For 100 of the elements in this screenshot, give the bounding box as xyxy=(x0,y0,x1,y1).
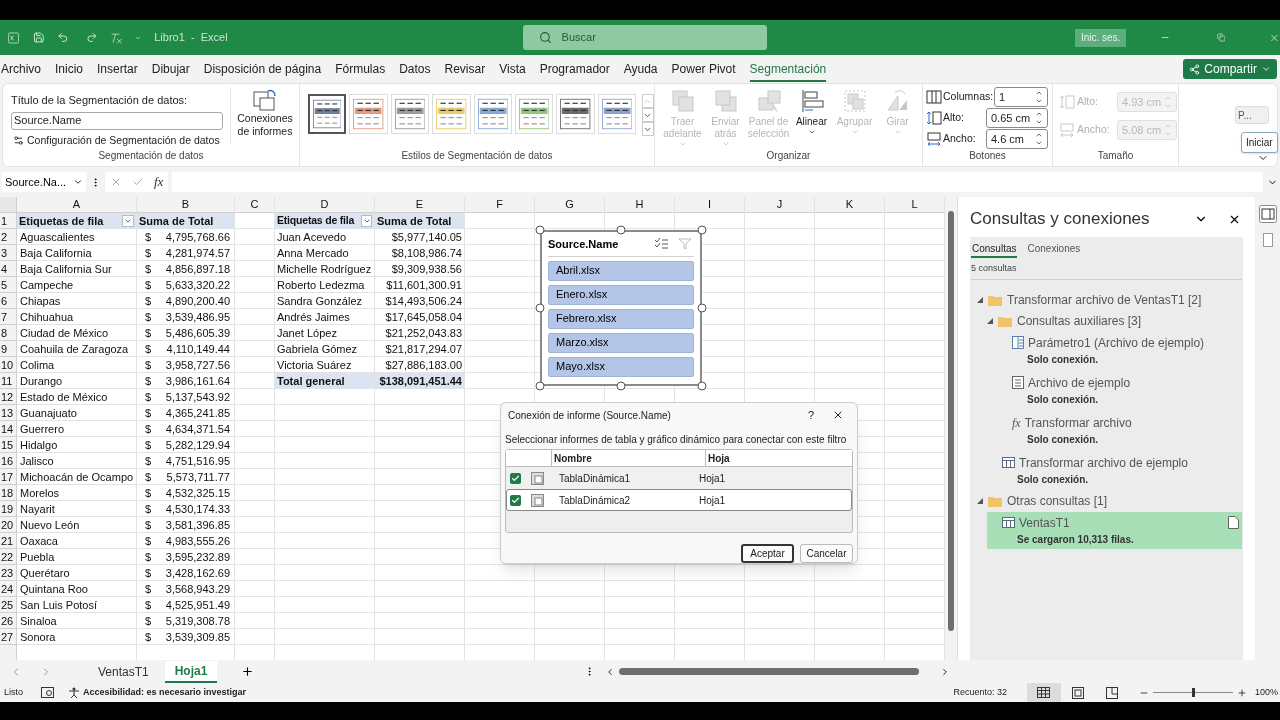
row-number[interactable]: 9 xyxy=(0,341,16,357)
slicer-item[interactable]: Enero.xlsx xyxy=(548,284,694,305)
accessibility-status[interactable]: Accesibilidad: es necesario investigar xyxy=(83,685,247,700)
column-header[interactable]: F xyxy=(465,197,534,213)
zoom-level[interactable]: 100% xyxy=(1254,685,1278,700)
pane-tab[interactable]: Consultas xyxy=(971,238,1018,258)
row-number[interactable]: 19 xyxy=(0,501,16,517)
query-item[interactable]: VentasT1 Se cargaron 10,313 filas. xyxy=(987,511,1242,549)
query-group[interactable]: Transformar archivo de VentasT1 [2] xyxy=(1007,291,1202,309)
macro-icon[interactable] xyxy=(41,687,54,698)
row-number[interactable]: 1 xyxy=(0,213,16,229)
slicer-item[interactable]: Mayo.xlsx xyxy=(548,356,694,377)
resize-handle[interactable] xyxy=(697,225,707,235)
caption-field[interactable]: Source.Name xyxy=(11,111,223,130)
ribbon-tab[interactable]: Programador xyxy=(539,56,610,82)
column-header[interactable]: B xyxy=(137,197,234,213)
expand-icon[interactable] xyxy=(987,318,993,324)
resize-handle[interactable] xyxy=(535,381,545,391)
slicer-settings-button[interactable]: Configuración de Segmentación de datos xyxy=(11,132,230,149)
spin-down-icon[interactable] xyxy=(1035,139,1043,147)
number-field[interactable]: 0.65 cm xyxy=(986,108,1048,128)
zoom-slider[interactable] xyxy=(1152,687,1233,698)
add-sheet-icon[interactable] xyxy=(241,665,255,678)
scroll-thumb[interactable] xyxy=(619,668,920,675)
row-number[interactable]: 12 xyxy=(0,389,16,405)
share-button[interactable]: Compartir xyxy=(1183,59,1277,79)
row-number[interactable]: 16 xyxy=(0,453,16,469)
query-item[interactable]: fx Transformar archivo Solo conexión. xyxy=(997,411,1242,449)
name-box[interactable]: Source.Na... xyxy=(2,172,86,192)
checkbox[interactable] xyxy=(510,494,521,506)
ribbon-tab[interactable]: Insertar xyxy=(97,56,138,82)
row-number[interactable]: 23 xyxy=(0,565,16,581)
ribbon-tab[interactable]: Archivo xyxy=(1,56,41,82)
slicer-item[interactable]: Febrero.xlsx xyxy=(548,308,694,329)
column-header[interactable]: C xyxy=(235,197,274,213)
column-header[interactable]: J xyxy=(745,197,814,213)
row-number[interactable]: 15 xyxy=(0,437,16,453)
row-number[interactable]: 4 xyxy=(0,261,16,277)
pane-tab[interactable]: Conexiones xyxy=(1026,238,1082,258)
resize-handle[interactable] xyxy=(616,381,626,391)
slicer-item[interactable]: Marzo.xlsx xyxy=(548,332,694,353)
slicer-panel[interactable]: Source.Name Abril.xlsx Enero.xlsx Febrero.xlsx Marzo.xlsx Mayo.xlsx xyxy=(540,230,702,386)
spin-up-icon[interactable] xyxy=(1035,131,1043,139)
ribbon-tab[interactable]: Segmentación xyxy=(749,56,827,82)
spin-up-icon[interactable] xyxy=(1035,110,1043,118)
row-number[interactable]: 5 xyxy=(0,277,16,293)
spin-up-icon[interactable] xyxy=(1035,89,1043,97)
column-header[interactable]: I xyxy=(675,197,744,213)
scroll-down-button[interactable] xyxy=(642,108,654,122)
report-connections-button[interactable]: Conexiones de informes xyxy=(234,84,296,148)
dialog-button[interactable]: Cancelar xyxy=(800,544,853,563)
row-number[interactable]: 7 xyxy=(0,309,16,325)
row-number[interactable]: 14 xyxy=(0,421,16,437)
redo-icon[interactable] xyxy=(86,30,98,45)
spin-down-icon[interactable] xyxy=(1035,97,1043,105)
undo-icon[interactable] xyxy=(56,30,69,45)
row-number[interactable]: 22 xyxy=(0,549,16,565)
ribbon-tab[interactable]: Datos xyxy=(399,56,431,82)
search-field[interactable]: Buscar xyxy=(522,25,767,50)
sheet-tab[interactable]: VentasT1 xyxy=(88,660,159,683)
checkbox[interactable] xyxy=(510,472,521,484)
zoom-thumb[interactable] xyxy=(1191,688,1195,697)
row-number[interactable]: 3 xyxy=(0,245,16,261)
multi-select-icon[interactable] xyxy=(654,238,668,251)
query-item[interactable]: Archivo de ejemplo Solo conexión. xyxy=(997,371,1242,409)
view-button[interactable] xyxy=(1026,683,1061,702)
help-button[interactable]: ? xyxy=(799,406,823,424)
save-icon[interactable] xyxy=(32,30,45,45)
row-number[interactable]: 20 xyxy=(0,517,16,533)
column-header[interactable]: A xyxy=(17,197,136,213)
resize-handle[interactable] xyxy=(535,225,545,235)
row-number[interactable]: 24 xyxy=(0,581,16,597)
row-number[interactable]: 6 xyxy=(0,293,16,309)
row-number[interactable]: 17 xyxy=(0,469,16,485)
row-number[interactable]: 21 xyxy=(0,533,16,549)
spin-down-icon[interactable] xyxy=(1035,118,1043,126)
queries-pane-icon[interactable] xyxy=(1258,205,1277,223)
resize-handle[interactable] xyxy=(697,303,707,313)
expand-icon[interactable] xyxy=(977,297,983,303)
column-header[interactable]: L xyxy=(885,197,944,213)
resize-handle[interactable] xyxy=(535,303,545,313)
ribbon-tab[interactable]: Ayuda xyxy=(623,56,658,82)
insert-function-button[interactable]: fx xyxy=(154,174,164,190)
arrange-button[interactable]: Alinear xyxy=(792,88,831,148)
row-number[interactable]: 2 xyxy=(0,229,16,245)
column-header[interactable]: D xyxy=(275,197,374,213)
row-number[interactable]: 11 xyxy=(0,373,16,389)
row-number[interactable]: 27 xyxy=(0,629,16,645)
column-header[interactable]: E xyxy=(375,197,464,213)
document-icon[interactable] xyxy=(1228,515,1239,529)
number-field[interactable]: 4.6 cm xyxy=(986,129,1048,149)
pivot-row[interactable]: TablaDinámica2 Hoja1 xyxy=(506,489,852,511)
number-field[interactable]: 1 xyxy=(994,87,1048,107)
ribbon-tab[interactable]: Inicio xyxy=(55,56,84,82)
column-header[interactable]: H xyxy=(605,197,674,213)
row-number[interactable]: 25 xyxy=(0,597,16,613)
row-number[interactable]: 8 xyxy=(0,325,16,341)
column-header[interactable]: G xyxy=(535,197,604,213)
zoom-in-icon[interactable] xyxy=(1236,687,1247,698)
ribbon-tab[interactable]: Vista xyxy=(499,56,526,82)
